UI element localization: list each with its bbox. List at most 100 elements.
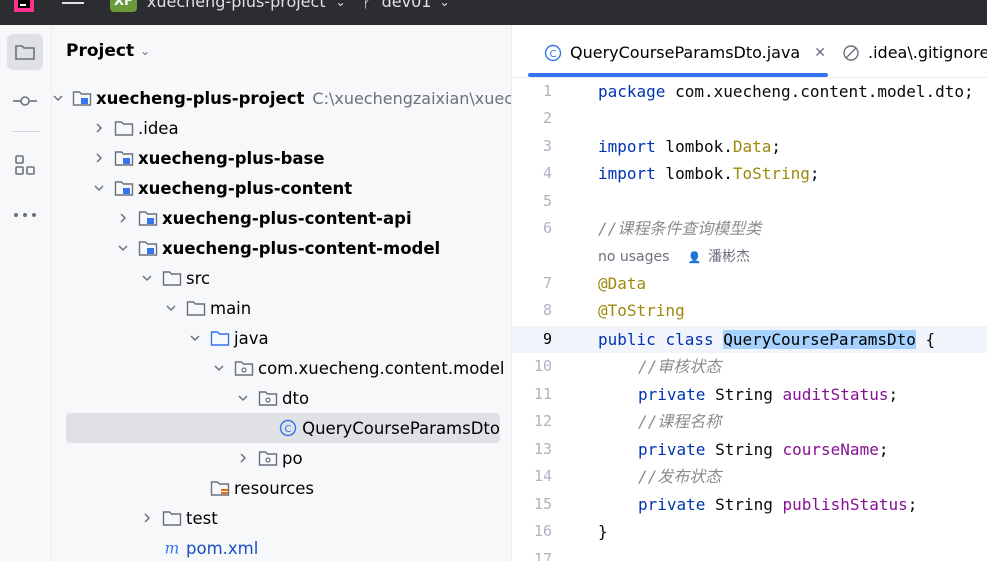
line-number: 10: [533, 357, 552, 375]
tab-querycourseparamsdto[interactable]: C QueryCourseParamsDto.java ✕: [544, 43, 826, 62]
tree-item[interactable]: dto: [52, 383, 511, 413]
ignore-file-icon: [843, 44, 859, 61]
tree-item-label: po: [282, 448, 303, 468]
tree-item-label: test: [186, 508, 218, 528]
editor-tab-bar: C QueryCourseParamsDto.java ✕ .idea\.git…: [512, 25, 987, 77]
tree-item-label: java: [234, 328, 269, 348]
close-icon[interactable]: ✕: [814, 45, 826, 61]
folder-icon: [162, 268, 182, 288]
tree-item[interactable]: po: [52, 443, 511, 473]
line-number: 11: [533, 385, 552, 403]
chevron-down-icon[interactable]: [140, 271, 154, 285]
tree-item[interactable]: resources: [52, 473, 511, 503]
more-tools-button[interactable]: [7, 197, 43, 233]
author-hint[interactable]: 潘彬杰: [708, 249, 750, 265]
tool-window-bar: [0, 25, 52, 561]
branch-icon: ᚹ: [362, 0, 372, 11]
tree-item[interactable]: xuecheng-plus-content-model: [52, 233, 511, 263]
project-badge: XF: [110, 0, 137, 12]
app-logo-icon[interactable]: [14, 0, 34, 12]
branch-name: dev01: [381, 0, 432, 11]
editor: C QueryCourseParamsDto.java ✕ .idea\.git…: [512, 25, 987, 561]
tree-item-label: dto: [282, 388, 310, 408]
code-line-7: @Data: [598, 274, 647, 293]
line-number: 5: [542, 192, 552, 210]
project-tool-button[interactable]: [7, 34, 43, 70]
project-panel-header[interactable]: Project ⌄: [66, 41, 150, 61]
module-folder-icon: [138, 208, 158, 228]
resources-folder-icon: [210, 478, 230, 498]
structure-icon: [15, 155, 35, 175]
line-number: 4: [542, 164, 552, 182]
code-line-4: import lombok.ToString;: [598, 164, 820, 183]
tree-item[interactable]: main: [52, 293, 511, 323]
chevron-right-icon[interactable]: [92, 121, 106, 135]
tree-item[interactable]: C QueryCourseParamsDto: [66, 413, 500, 443]
tree-item[interactable]: xuecheng-plus-project C:\xuechengzaixian\…: [52, 83, 511, 113]
commit-icon: [13, 96, 37, 106]
line-number: 2: [542, 109, 552, 127]
chevron-right-icon[interactable]: [140, 511, 154, 525]
project-name: xuecheng-plus-project: [146, 0, 326, 11]
more-icon: [14, 213, 36, 217]
module-folder-icon: [114, 178, 134, 198]
chevron-down-icon[interactable]: [52, 91, 64, 105]
folder-icon: [162, 508, 182, 528]
chevron-down-icon[interactable]: [164, 301, 178, 315]
code-vision-hint[interactable]: no usages 👤 潘彬杰: [598, 244, 750, 271]
line-number: 17: [533, 550, 552, 561]
line-number: 8: [542, 301, 552, 319]
main-menu-icon[interactable]: [62, 0, 84, 12]
usages-hint[interactable]: no usages: [598, 249, 669, 265]
chevron-down-icon: ⌄: [335, 0, 346, 9]
package-icon: [258, 388, 278, 408]
branch-switcher[interactable]: ᚹ dev01 ⌄: [362, 0, 450, 12]
tree-item-label: resources: [234, 478, 314, 498]
source-folder-icon: [210, 328, 230, 348]
tree-item-label: xuecheng-plus-project: [96, 88, 305, 108]
line-number: 3: [542, 137, 552, 155]
chevron-down-icon[interactable]: [92, 181, 106, 195]
svg-text:m: m: [165, 539, 180, 557]
structure-tool-button[interactable]: [7, 147, 43, 183]
chevron-right-icon[interactable]: [92, 151, 106, 165]
chevron-right-icon[interactable]: [116, 211, 130, 225]
tree-item[interactable]: java: [52, 323, 511, 353]
chevron-down-icon[interactable]: [212, 361, 226, 375]
tree-item[interactable]: src: [52, 263, 511, 293]
tree-item[interactable]: com.xuecheng.content.model: [52, 353, 511, 383]
tree-item[interactable]: m pom.xml: [52, 533, 511, 561]
line-number: 15: [533, 495, 552, 513]
tree-item[interactable]: xuecheng-plus-base: [52, 143, 511, 173]
package-icon: [258, 448, 278, 468]
tree-item[interactable]: xuecheng-plus-content: [52, 173, 511, 203]
tree-item-label: pom.xml: [186, 538, 259, 558]
separator: [12, 131, 40, 132]
chevron-down-icon[interactable]: [188, 331, 202, 345]
tree-item-label: .idea: [138, 118, 179, 138]
commit-tool-button[interactable]: [7, 83, 43, 119]
java-class-icon: C: [278, 418, 298, 438]
tree-item-label: QueryCourseParamsDto: [302, 418, 500, 438]
chevron-down-icon[interactable]: [116, 241, 130, 255]
line-number: 12: [533, 412, 552, 430]
chevron-down-icon: ⌄: [439, 0, 450, 9]
tree-item[interactable]: test: [52, 503, 511, 533]
folder-icon: [114, 118, 134, 138]
code-line-8: @ToString: [598, 301, 685, 320]
chevron-right-icon[interactable]: [236, 451, 250, 465]
module-folder-icon: [138, 238, 158, 258]
tab-gitignore[interactable]: .idea\.gitignore: [842, 43, 987, 62]
tree-item-label: xuecheng-plus-base: [138, 148, 325, 168]
tab-label: .idea\.gitignore: [868, 43, 987, 62]
code-line-16: }: [598, 522, 608, 541]
folder-icon: [15, 45, 35, 60]
tree-item-label: com.xuecheng.content.model: [258, 358, 505, 378]
chevron-down-icon[interactable]: [236, 391, 250, 405]
project-switcher[interactable]: XF xuecheng-plus-project ⌄: [110, 0, 346, 12]
tree-item[interactable]: .idea: [52, 113, 511, 143]
line-number: 14: [533, 467, 552, 485]
tree-item[interactable]: xuecheng-plus-content-api: [52, 203, 511, 233]
